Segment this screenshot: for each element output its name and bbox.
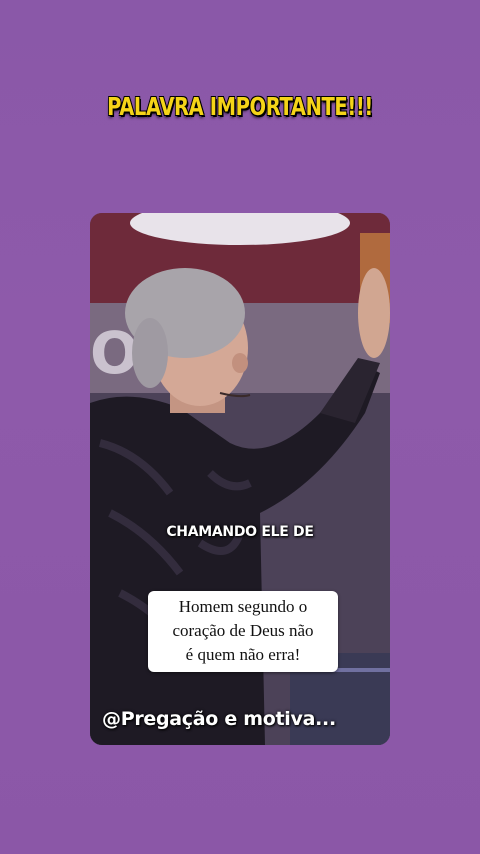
video-caption: CHAMANDO ELE DE (166, 524, 314, 540)
headline-title: PALAVRA IMPORTANTE!!! (107, 92, 373, 121)
quote-line-3: é quem não erra! (185, 645, 301, 664)
channel-watermark: @Pregação e motiva... (102, 708, 336, 730)
quote-line-1: Homem segundo o (178, 597, 308, 616)
quote-box: Homem segundo o coração de Deus não é qu… (148, 591, 338, 672)
video-frame[interactable]: ODE CHAMANDO ELE DE Homem segundo o cora… (90, 213, 390, 745)
quote-line-2: coração de Deus não (172, 621, 314, 640)
